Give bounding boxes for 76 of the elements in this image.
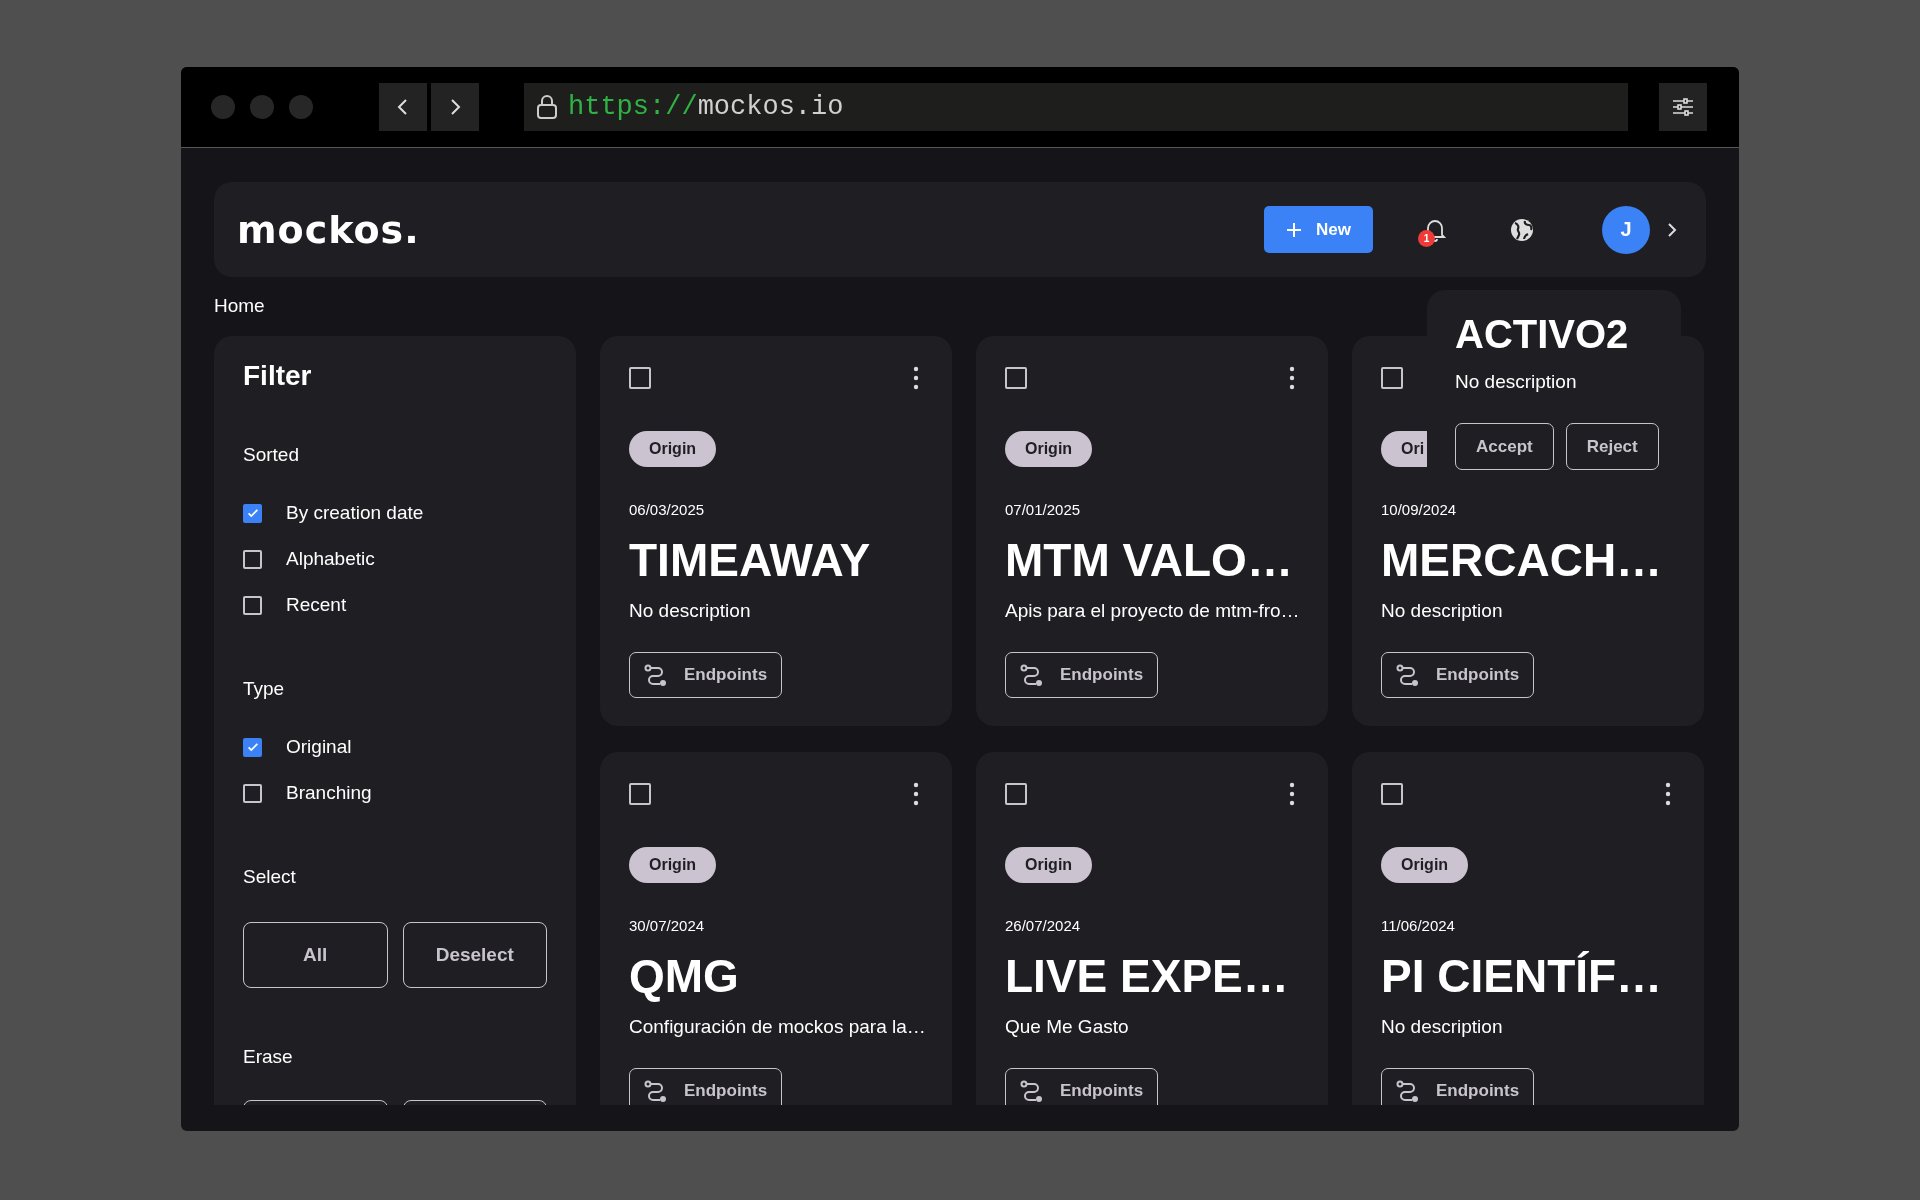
origin-tag: Origin bbox=[1005, 431, 1093, 467]
card-title[interactable]: PI CIENTÍF… bbox=[1381, 951, 1663, 1002]
route-icon bbox=[1020, 663, 1044, 686]
endpoints-button[interactable]: Endpoints bbox=[629, 651, 783, 698]
card-date: 11/06/2024 bbox=[1381, 917, 1455, 934]
route-icon bbox=[1396, 1079, 1420, 1102]
card-date: 06/03/2025 bbox=[629, 501, 705, 518]
popup-button[interactable]: Accept bbox=[1455, 423, 1554, 470]
new-button[interactable]: New bbox=[1264, 206, 1373, 253]
address-bar[interactable]: https://mockos.io bbox=[524, 83, 1628, 131]
popup-button[interactable]: Reject bbox=[1565, 423, 1659, 470]
endpoints-button[interactable]: Endpoints bbox=[1381, 1067, 1535, 1105]
card-date: 30/07/2024 bbox=[629, 917, 705, 934]
logo[interactable]: mockos. bbox=[237, 207, 420, 252]
card-date: 07/01/2025 bbox=[1005, 501, 1081, 518]
route-icon bbox=[1396, 663, 1420, 686]
checkbox[interactable] bbox=[243, 595, 262, 615]
origin-tag: Origin bbox=[1381, 847, 1469, 883]
select-button[interactable]: Deselect bbox=[402, 922, 547, 988]
option-label[interactable]: Alphabetic bbox=[286, 548, 375, 570]
route-icon bbox=[644, 663, 668, 686]
checkbox[interactable] bbox=[243, 549, 262, 569]
chevron-icon[interactable] bbox=[1666, 220, 1678, 239]
card-date: 26/07/2024 bbox=[1005, 917, 1081, 934]
card-description: No description bbox=[1381, 599, 1503, 622]
origin-tag: Origin bbox=[629, 847, 717, 883]
user-avatar[interactable]: J bbox=[1602, 205, 1650, 254]
settings-button[interactable] bbox=[1659, 83, 1707, 131]
option-label[interactable]: Branching bbox=[286, 782, 372, 804]
checkbox[interactable] bbox=[629, 783, 651, 805]
option-label[interactable]: Original bbox=[286, 736, 352, 758]
card-date: 10/09/2024 bbox=[1381, 501, 1457, 518]
section-label: Sorted bbox=[243, 444, 299, 466]
section-label: Select bbox=[243, 866, 296, 888]
card-title[interactable]: MTM VALO… bbox=[1005, 535, 1293, 586]
checkbox[interactable] bbox=[1381, 783, 1403, 805]
checkbox[interactable] bbox=[243, 737, 262, 757]
checkbox[interactable] bbox=[1005, 783, 1027, 805]
breadcrumb[interactable]: Home bbox=[214, 295, 265, 317]
chevron-right-icon bbox=[448, 97, 462, 117]
sliders-icon bbox=[1672, 97, 1694, 117]
card-description: Que Me Gasto bbox=[1005, 1015, 1129, 1038]
card-description: No description bbox=[629, 599, 751, 622]
card-title[interactable]: TIMEAWAY bbox=[629, 535, 871, 586]
endpoints-button[interactable]: Endpoints bbox=[1005, 651, 1159, 698]
option-label[interactable]: By creation date bbox=[286, 502, 424, 524]
card-title[interactable]: QMG bbox=[629, 951, 739, 1002]
origin-tag: Origin bbox=[1005, 847, 1093, 883]
section-label: Type bbox=[243, 678, 285, 700]
plus-icon bbox=[1286, 221, 1302, 238]
checkbox[interactable] bbox=[243, 783, 262, 803]
card-title[interactable]: LIVE EXPE… bbox=[1005, 951, 1289, 1002]
route-icon bbox=[1020, 1079, 1044, 1102]
checkbox[interactable] bbox=[243, 503, 262, 523]
checkbox[interactable] bbox=[629, 367, 651, 389]
card-description: No description bbox=[1381, 1015, 1503, 1038]
checkbox[interactable] bbox=[1381, 367, 1403, 389]
card-title[interactable]: MERCACH… bbox=[1381, 535, 1663, 586]
popup-description: No description bbox=[1455, 371, 1577, 393]
lock-icon bbox=[536, 94, 558, 120]
filter-title: Filter bbox=[243, 360, 312, 392]
select-button[interactable]: All bbox=[243, 922, 388, 988]
globe-icon[interactable] bbox=[1509, 216, 1535, 243]
section-label: Erase bbox=[243, 1046, 293, 1068]
checkbox[interactable] bbox=[1005, 367, 1027, 389]
route-icon bbox=[644, 1079, 668, 1102]
option-label[interactable]: Recent bbox=[286, 594, 347, 616]
endpoints-button[interactable]: Endpoints bbox=[1381, 651, 1535, 698]
card-description: Configuración de mockos para la… bbox=[629, 1015, 926, 1038]
card-description: Apis para el proyecto de mtm-fro… bbox=[1005, 599, 1300, 622]
chevron-left-icon bbox=[396, 97, 410, 117]
popup-title: ACTIVO2 bbox=[1455, 312, 1629, 357]
endpoints-button[interactable]: Endpoints bbox=[1005, 1067, 1159, 1105]
origin-tag: Origin bbox=[629, 431, 717, 467]
endpoints-button[interactable]: Endpoints bbox=[629, 1067, 783, 1105]
notification-badge: 1 bbox=[1418, 229, 1435, 247]
